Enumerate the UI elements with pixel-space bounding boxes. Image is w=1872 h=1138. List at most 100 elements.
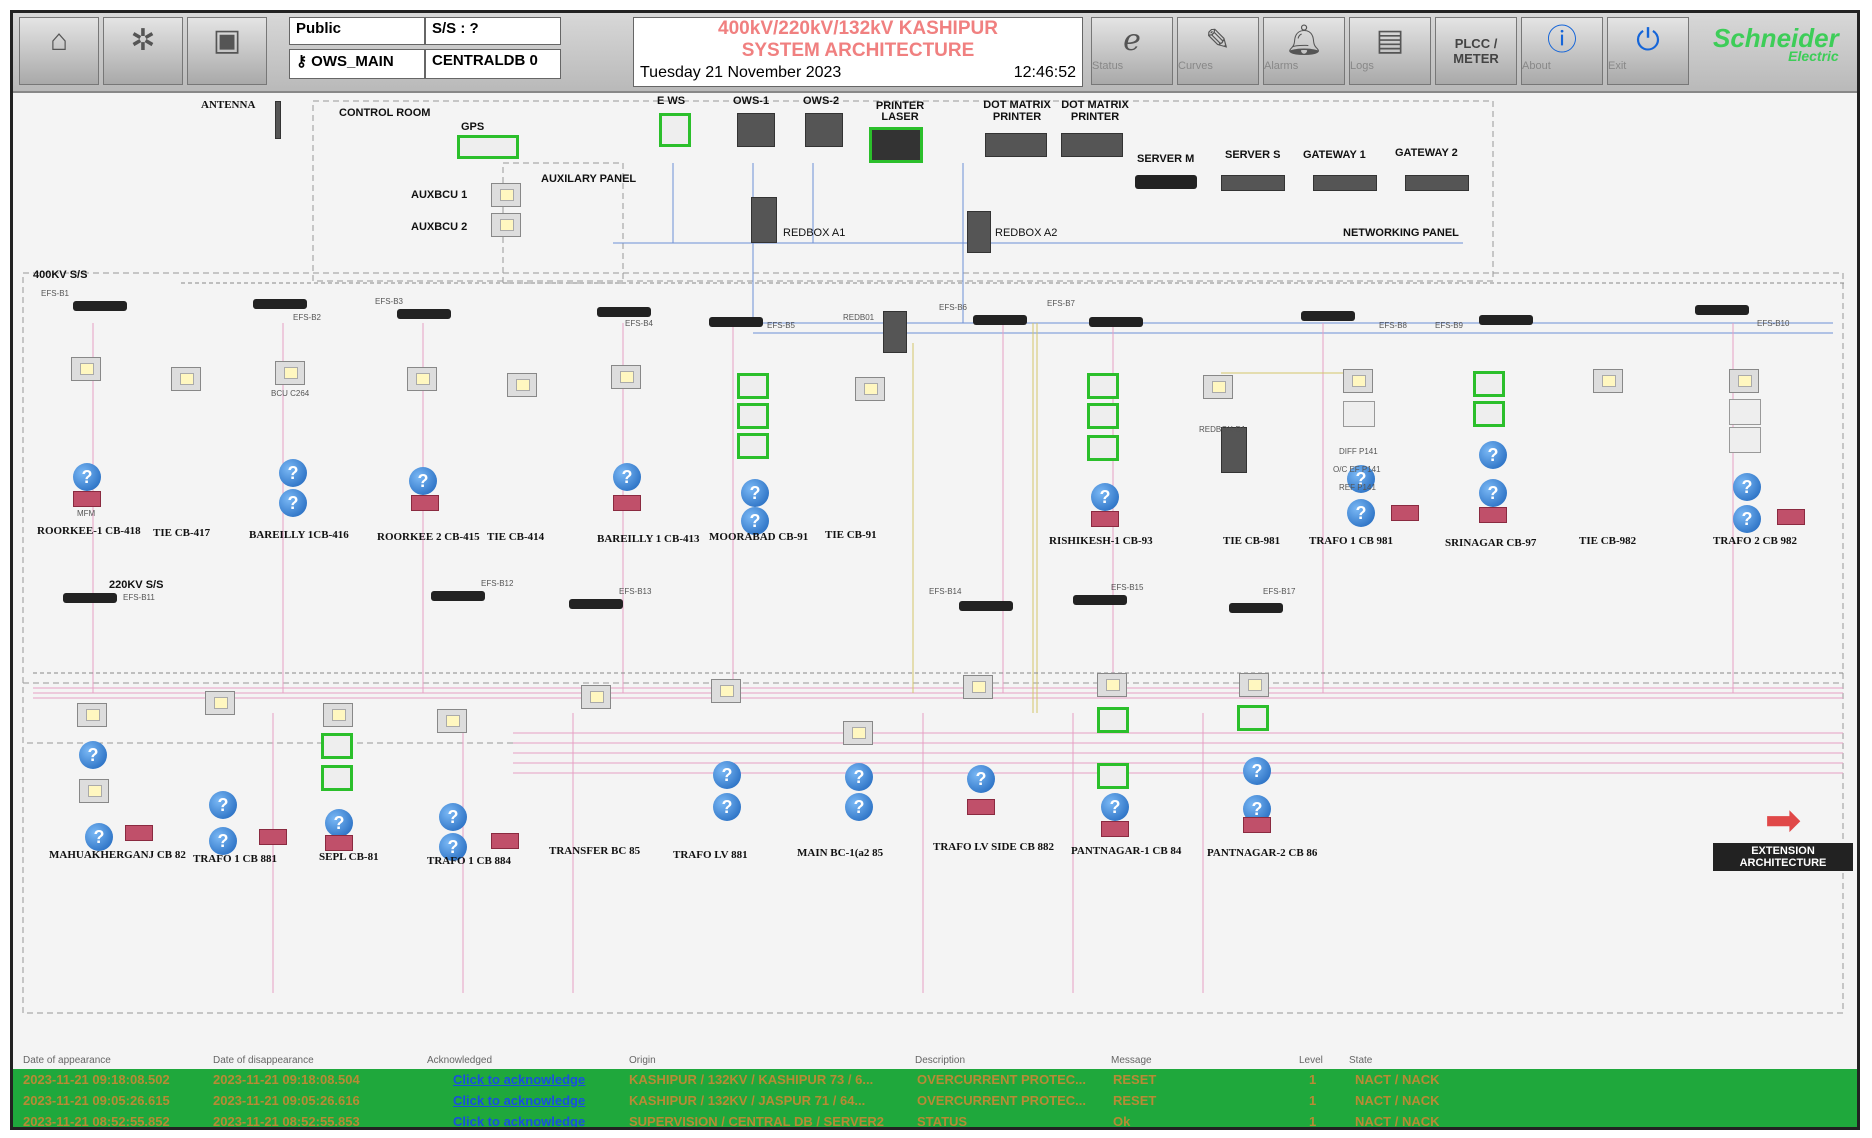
alarm-row[interactable]: 2023-11-21 08:52:55.852 2023-11-21 08:52… xyxy=(13,1111,1857,1127)
unknown-device-icon[interactable]: ? xyxy=(1091,483,1119,511)
column-header[interactable]: Message xyxy=(1111,1055,1152,1066)
unknown-device-icon[interactable]: ? xyxy=(1243,757,1271,785)
unknown-device-icon[interactable]: ? xyxy=(209,827,237,855)
extension-architecture-link[interactable]: ➡ EXTENSION ARCHITECTURE xyxy=(1713,799,1853,871)
unknown-device-icon[interactable]: ? xyxy=(845,793,873,821)
unknown-device-icon[interactable]: ? xyxy=(325,809,353,837)
redbox-b01[interactable] xyxy=(883,311,907,353)
status-button[interactable]: ℯ Status xyxy=(1091,17,1173,85)
switch-efs-b17[interactable] xyxy=(1229,603,1283,613)
mfm-meter[interactable] xyxy=(967,799,995,815)
unknown-device-icon[interactable]: ? xyxy=(1479,441,1507,469)
bcu-c264[interactable] xyxy=(855,377,885,401)
column-header[interactable]: Date of disappearance xyxy=(213,1055,314,1066)
relay[interactable] xyxy=(1473,401,1505,427)
switch-efs-b3[interactable] xyxy=(397,309,451,319)
ews-workstation[interactable] xyxy=(659,113,691,147)
unknown-device-icon[interactable]: ? xyxy=(209,791,237,819)
mfm-meter[interactable] xyxy=(73,491,101,507)
bcu-c264[interactable] xyxy=(1343,369,1373,393)
unknown-device-icon[interactable]: ? xyxy=(1347,499,1375,527)
relay[interactable] xyxy=(321,765,353,791)
plcc-meter-button[interactable]: PLCC / METER xyxy=(1435,17,1517,85)
column-header[interactable]: Level xyxy=(1299,1055,1323,1066)
bcu-c264[interactable] xyxy=(1203,375,1233,399)
relay[interactable] xyxy=(737,433,769,459)
gps-device[interactable] xyxy=(457,135,519,159)
switch-efs-b1[interactable] xyxy=(73,301,127,311)
relay[interactable] xyxy=(737,403,769,429)
switch-efs-b10[interactable] xyxy=(1695,305,1749,315)
bcu-c264[interactable] xyxy=(323,703,353,727)
unknown-device-icon[interactable]: ? xyxy=(73,463,101,491)
dot-matrix-printer-1[interactable] xyxy=(985,133,1047,157)
relay[interactable] xyxy=(321,733,353,759)
gateway-1[interactable] xyxy=(1313,175,1377,191)
bcu-c264[interactable] xyxy=(171,367,201,391)
unknown-device-icon[interactable]: ? xyxy=(741,479,769,507)
bcu-c264[interactable] xyxy=(1593,369,1623,393)
ss-field[interactable]: S/S : ? xyxy=(425,17,561,45)
mfm-meter[interactable] xyxy=(1091,511,1119,527)
bcu-c264[interactable] xyxy=(611,365,641,389)
unknown-device-icon[interactable]: ? xyxy=(1733,473,1761,501)
relay[interactable] xyxy=(1237,705,1269,731)
alarm-row[interactable]: 2023-11-21 09:05:26.615 2023-11-21 09:05… xyxy=(13,1090,1857,1111)
gateway-2[interactable] xyxy=(1405,175,1469,191)
auxbcu1-device[interactable] xyxy=(491,183,521,207)
network-button[interactable]: ▣ xyxy=(187,17,267,85)
switch-efs-b6[interactable] xyxy=(973,315,1027,325)
diff-relay[interactable] xyxy=(1343,401,1375,427)
unknown-device-icon[interactable]: ? xyxy=(279,459,307,487)
relay[interactable] xyxy=(1097,707,1129,733)
relay-bcu[interactable] xyxy=(1473,371,1505,397)
mfm-meter[interactable] xyxy=(491,833,519,849)
bcu-c264[interactable] xyxy=(437,709,467,733)
switch-efs-b9[interactable] xyxy=(1479,315,1533,325)
bcu-c264[interactable] xyxy=(79,779,109,803)
mfm-meter[interactable] xyxy=(1777,509,1805,525)
switch-efs-b12[interactable] xyxy=(431,591,485,601)
bcu-c264[interactable] xyxy=(843,721,873,745)
oc-ef-relay[interactable] xyxy=(1729,427,1761,453)
curves-button[interactable]: ✎ Curves xyxy=(1177,17,1259,85)
switch-220kv-main[interactable] xyxy=(63,593,117,603)
switch-efs-b8[interactable] xyxy=(1301,311,1355,321)
server-s[interactable] xyxy=(1221,175,1285,191)
mfm-meter[interactable] xyxy=(1479,507,1507,523)
column-header[interactable]: Origin xyxy=(629,1055,656,1066)
bcu-c264[interactable] xyxy=(1729,369,1759,393)
unknown-device-icon[interactable]: ? xyxy=(1733,505,1761,533)
unknown-device-icon[interactable]: ? xyxy=(845,763,873,791)
column-header[interactable]: State xyxy=(1349,1055,1372,1066)
overview-button[interactable]: ✲ xyxy=(103,17,183,85)
redbox-a2[interactable] xyxy=(967,211,991,253)
ows2-workstation[interactable] xyxy=(805,113,843,147)
bcu-c264[interactable] xyxy=(1097,673,1127,697)
diff-relay[interactable] xyxy=(1729,399,1761,425)
column-header[interactable]: Description xyxy=(915,1055,965,1066)
unknown-device-icon[interactable]: ? xyxy=(1101,793,1129,821)
unknown-device-icon[interactable]: ? xyxy=(713,793,741,821)
relay[interactable] xyxy=(1087,435,1119,461)
bcu-c264[interactable] xyxy=(71,357,101,381)
acknowledge-link[interactable]: Click to acknowledge xyxy=(453,1114,613,1127)
unknown-device-icon[interactable]: ? xyxy=(279,489,307,517)
bcu-c264[interactable] xyxy=(507,373,537,397)
alarm-row[interactable]: 2023-11-21 09:18:08.502 2023-11-21 09:18… xyxy=(13,1069,1857,1090)
column-header[interactable]: Acknowledged xyxy=(427,1055,492,1066)
mfm-meter[interactable] xyxy=(259,829,287,845)
relay[interactable] xyxy=(1087,403,1119,429)
switch-efs-b15[interactable] xyxy=(1073,595,1127,605)
about-button[interactable]: ⓘ About xyxy=(1521,17,1603,85)
redbox-a1[interactable] xyxy=(751,197,777,243)
mfm-meter[interactable] xyxy=(125,825,153,841)
switch-efs-b5[interactable] xyxy=(709,317,763,327)
home-button[interactable]: ⌂ xyxy=(19,17,99,85)
bcu-c264[interactable] xyxy=(711,679,741,703)
bcu-c264[interactable] xyxy=(275,361,305,385)
unknown-device-icon[interactable]: ? xyxy=(613,463,641,491)
dot-matrix-printer-2[interactable] xyxy=(1061,133,1123,157)
exit-button[interactable]: ⏻ Exit xyxy=(1607,17,1689,85)
unknown-device-icon[interactable]: ? xyxy=(439,803,467,831)
